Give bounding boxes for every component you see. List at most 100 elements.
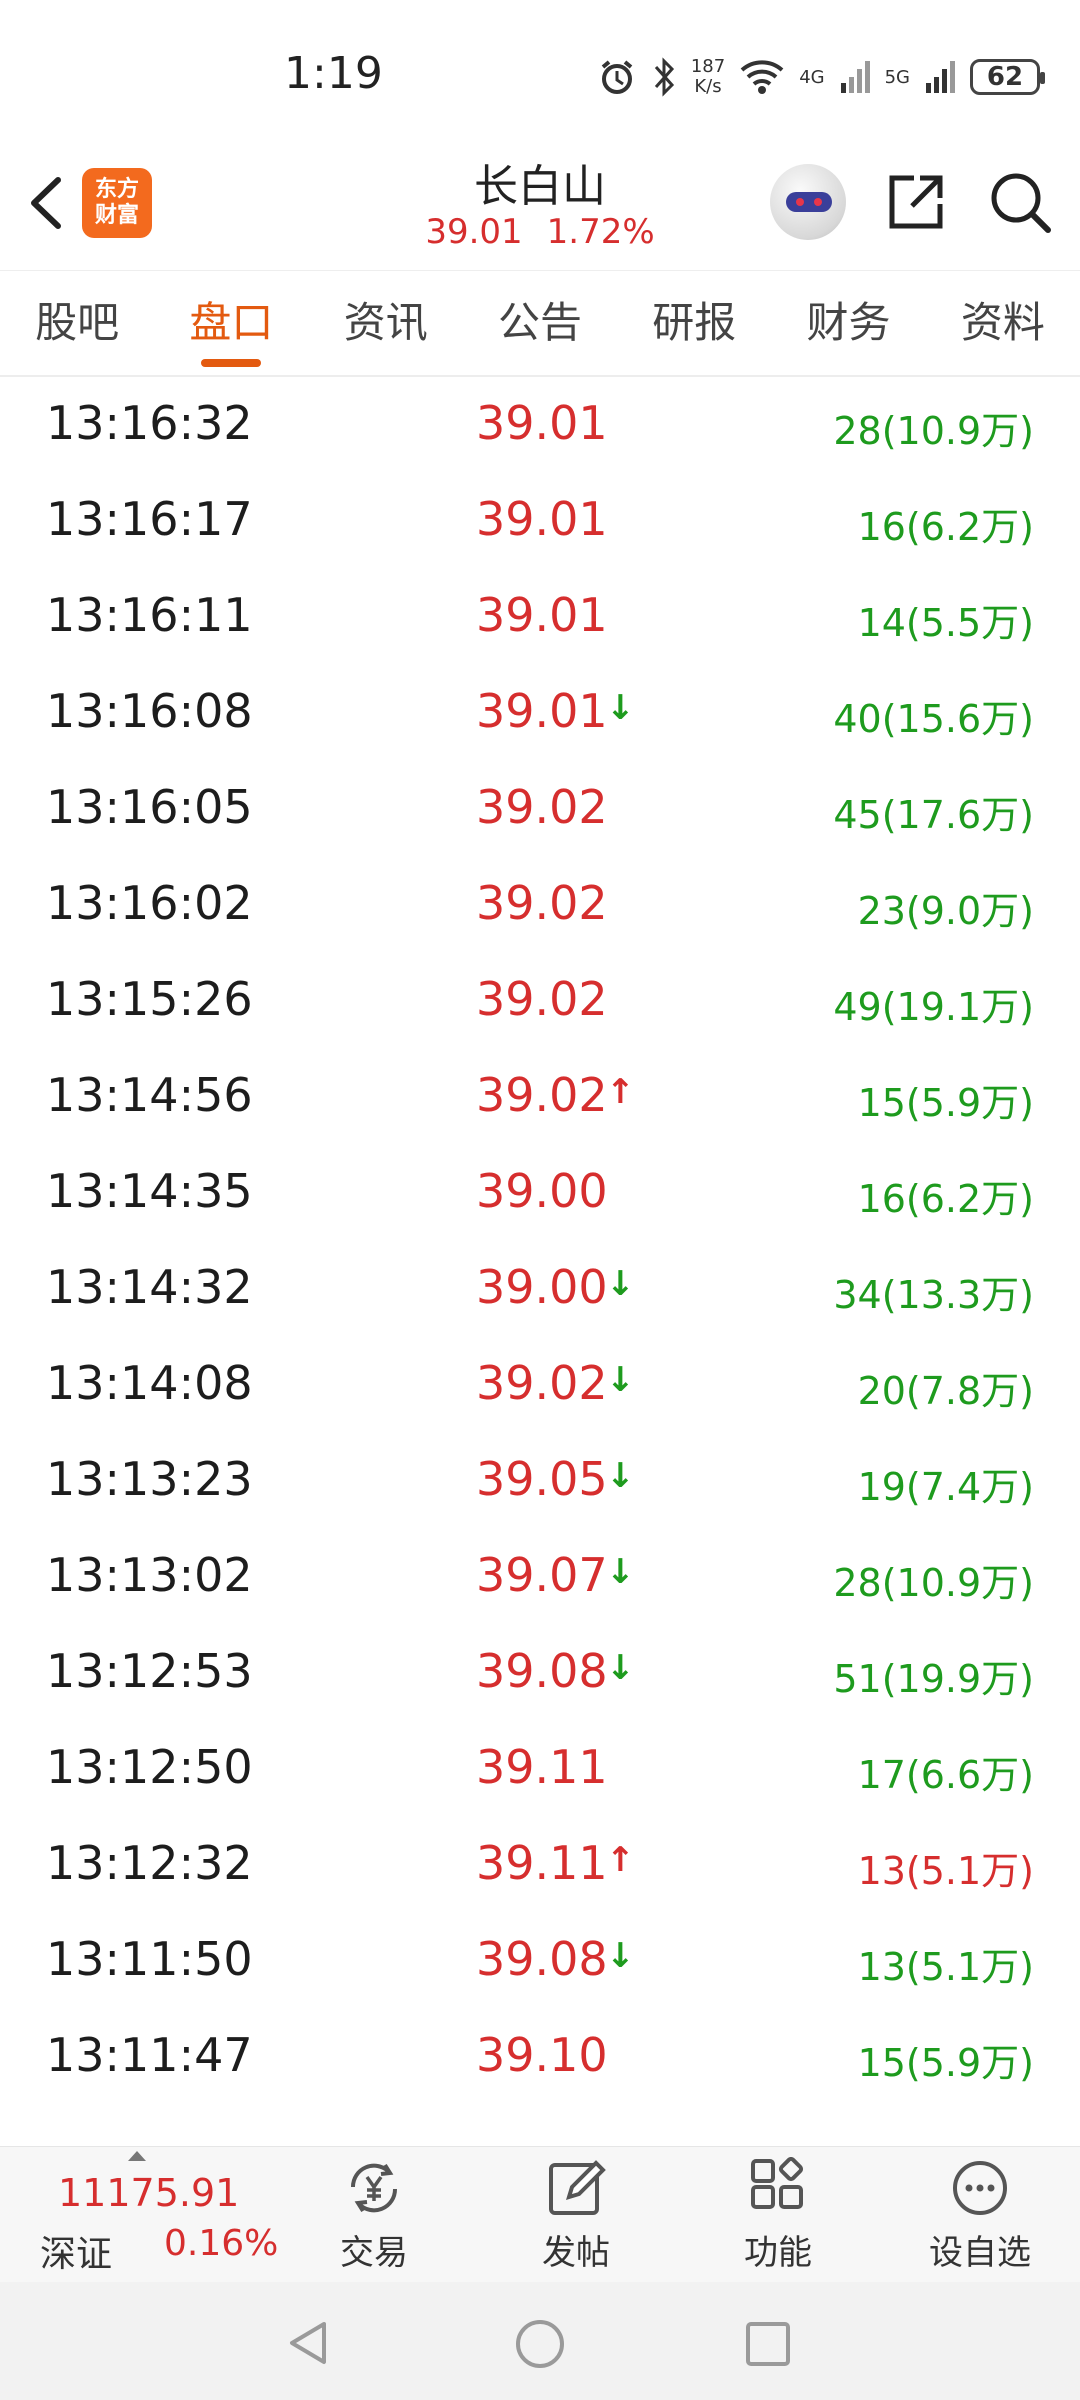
tick-volume: 40(15.6万) (833, 697, 1034, 741)
tab-finance[interactable]: 财务 (771, 271, 925, 375)
tick-time: 13:14:08 (46, 1356, 253, 1410)
index-change: 0.16% (164, 2223, 279, 2264)
tick-volume: 23(9.0万) (857, 889, 1034, 933)
grid-apps-icon (751, 2156, 804, 2209)
yen-cycle-icon (350, 2163, 398, 2213)
arrow-down-icon: ↓ (606, 1456, 635, 1496)
arrow-down-icon: ↓ (606, 688, 635, 728)
signal-icon (926, 61, 955, 93)
wifi-icon (740, 60, 784, 94)
arrow-down-icon: ↓ (606, 1936, 635, 1976)
edit-icon (549, 2160, 606, 2215)
index-value: 11175.91 (58, 2171, 240, 2215)
tick-row: 13:15:26 39.02 49(19.1万) (0, 954, 1080, 1050)
signal-icon (840, 61, 870, 93)
bottom-toolbar: 11175.91 深证 0.16% 交易 发帖 功能 设自选 (0, 2146, 1080, 2283)
tick-row: 13:13:02 39.07 ↓ 28(10.9万) (0, 1530, 1080, 1626)
trade-button[interactable]: 交易 (304, 2157, 444, 2277)
tick-time: 13:16:08 (46, 684, 253, 738)
system-nav-bar (0, 2282, 1080, 2400)
tick-price: 39.02 (476, 972, 608, 1026)
tab-guba[interactable]: 股吧 (0, 271, 154, 375)
alarm-icon (601, 60, 633, 94)
tab-announcements[interactable]: 公告 (463, 271, 617, 375)
net-speed: 187 K/s (690, 56, 726, 97)
status-icons: 187 K/s 4G 5G 62 (597, 52, 1045, 102)
tick-time: 13:14:35 (46, 1164, 253, 1218)
tick-price: 39.01 (476, 684, 608, 738)
tab-news[interactable]: 资讯 (309, 271, 463, 375)
stock-header: 长白山 39.01 1.72% 东方 财富 (0, 150, 1080, 270)
tick-price: 39.01 (476, 492, 608, 546)
tick-volume: 45(17.6万) (833, 793, 1034, 837)
tick-row: 13:12:50 39.11 17(6.6万) (0, 1722, 1080, 1818)
arrow-down-icon: ↓ (606, 1360, 635, 1400)
tick-price: 39.10 (476, 2028, 608, 2082)
tick-time: 13:16:02 (46, 876, 253, 930)
tick-price: 39.00 (476, 1164, 608, 1218)
ai-assistant-icon[interactable] (770, 164, 846, 240)
tick-price: 39.11 (476, 1740, 608, 1794)
tick-row: 13:16:32 39.01 28(10.9万) (0, 378, 1080, 474)
tick-row: 13:14:35 39.00 16(6.2万) (0, 1146, 1080, 1242)
tick-price: 39.08 (476, 1644, 608, 1698)
post-button[interactable]: 发帖 (506, 2157, 646, 2277)
tab-profile[interactable]: 资料 (926, 271, 1080, 375)
functions-button[interactable]: 功能 (708, 2156, 848, 2277)
network-4g-label: 4G (799, 66, 825, 88)
home-circle-icon[interactable] (514, 2318, 566, 2370)
tick-price: 39.08 (476, 1932, 608, 1986)
tick-volume: 16(6.2万) (857, 505, 1034, 549)
tick-row: 13:16:02 39.02 23(9.0万) (0, 858, 1080, 954)
tab-research[interactable]: 研报 (617, 271, 771, 375)
app-logo[interactable]: 东方 财富 (82, 168, 152, 238)
arrow-up-icon: ↑ (606, 1840, 635, 1880)
tick-list[interactable]: 13:16:32 39.01 28(10.9万) 13:16:17 39.01 16(6.… (0, 378, 1080, 2146)
caret-up-icon (128, 2151, 146, 2161)
tick-price: 39.02 (476, 780, 608, 834)
recents-square-icon[interactable] (744, 2320, 792, 2368)
tick-row: 13:14:08 39.02 ↓ 20(7.8万) (0, 1338, 1080, 1434)
tick-time: 13:15:26 (46, 972, 253, 1026)
arrow-down-icon: ↓ (606, 1552, 635, 1592)
tick-time: 13:13:02 (46, 1548, 253, 1602)
tick-time: 13:13:23 (46, 1452, 253, 1506)
network-5g-label: 5G (884, 66, 910, 88)
status-bar: 1:19 187 K/s 4G 5G 62 (0, 0, 1080, 150)
tick-price: 39.07 (476, 1548, 608, 1602)
tick-volume: 34(13.3万) (833, 1273, 1034, 1317)
share-icon[interactable] (884, 170, 948, 234)
tick-price: 39.02 (476, 876, 608, 930)
more-dots-icon (953, 2161, 1007, 2215)
search-icon[interactable] (988, 170, 1054, 236)
tick-volume: 15(5.9万) (857, 2041, 1034, 2085)
arrow-down-icon: ↓ (606, 1648, 635, 1688)
index-name: 深证 (40, 2234, 113, 2275)
tick-volume: 51(19.9万) (833, 1657, 1034, 1701)
tick-volume: 17(6.6万) (857, 1753, 1034, 1797)
add-watchlist-button[interactable]: 设自选 (910, 2157, 1050, 2277)
tick-price: 39.11 (476, 1836, 608, 1890)
tab-pankou[interactable]: 盘口 (154, 271, 308, 375)
stock-price: 39.01 (425, 212, 523, 252)
tick-volume: 49(19.1万) (833, 985, 1034, 1029)
tick-time: 13:16:32 (46, 396, 253, 450)
tick-price: 39.01 (476, 396, 608, 450)
back-triangle-icon[interactable] (284, 2318, 334, 2368)
back-arrow-icon[interactable] (20, 166, 74, 240)
tick-volume: 16(6.2万) (857, 1177, 1034, 1221)
arrow-down-icon: ↓ (606, 1264, 635, 1304)
tick-volume: 28(10.9万) (833, 1561, 1034, 1605)
tick-time: 13:14:32 (46, 1260, 253, 1314)
bluetooth-icon (654, 57, 674, 97)
tick-time: 13:12:32 (46, 1836, 253, 1890)
tick-volume: 13(5.1万) (857, 1945, 1034, 1989)
tick-row: 13:11:47 39.10 15(5.9万) (0, 2010, 1080, 2106)
tick-time: 13:12:50 (46, 1740, 253, 1794)
tick-time: 13:16:05 (46, 780, 253, 834)
tick-row: 13:11:50 39.08 ↓ 13(5.1万) (0, 1914, 1080, 2010)
tick-volume: 14(5.5万) (857, 601, 1034, 645)
tick-row: 13:16:11 39.01 14(5.5万) (0, 570, 1080, 666)
stock-change-pct: 1.72% (546, 212, 655, 252)
battery-indicator: 62 (970, 59, 1045, 95)
